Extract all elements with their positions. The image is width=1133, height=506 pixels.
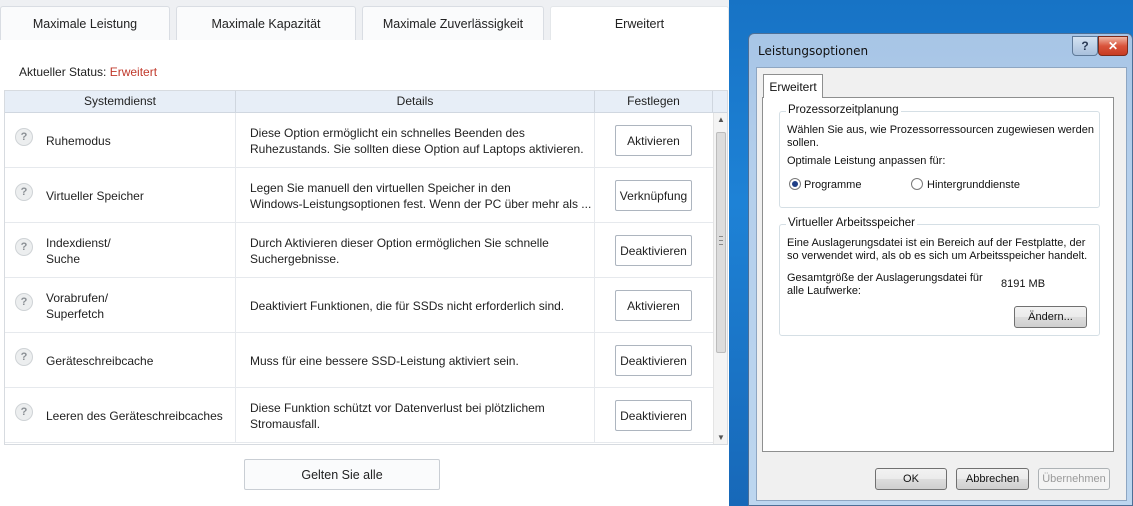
header-festlegen: Festlegen (595, 91, 713, 112)
status-label: Aktueller Status: (19, 65, 107, 79)
table-header: Systemdienst Details Festlegen (5, 91, 727, 113)
service-details: Durch Aktivieren dieser Option ermöglich… (250, 236, 549, 266)
scroll-up-icon[interactable]: ▲ (714, 113, 727, 127)
adjust-label: Optimale Leistung anpassen für: (787, 155, 946, 167)
tab-maximale-kapazitaet[interactable]: Maximale Kapazität (176, 6, 356, 40)
service-details: Deaktiviert Funktionen, die für SSDs nic… (250, 299, 565, 313)
paging-file-total-value: 8191 MB (1001, 278, 1046, 290)
tab-erweitert[interactable]: Erweitert (550, 6, 729, 40)
table-row: ? Ruhemodus Diese Option ermöglicht ein … (5, 113, 713, 168)
apply-all-button[interactable]: Gelten Sie alle (244, 459, 440, 490)
help-icon[interactable]: ? (15, 403, 33, 421)
background-services-label[interactable]: Hintergrunddienste (927, 179, 1020, 192)
paging-file-total-label: Gesamtgröße der Auslagerungsdatei für all… (787, 272, 983, 297)
tab-erweitert-dialog[interactable]: Erweitert (763, 74, 823, 98)
table-row: ? Geräteschreibcache Muss für eine besse… (5, 333, 713, 388)
virtual-memory-description: Eine Auslagerungsdatei ist ein Bereich a… (787, 237, 1088, 262)
help-icon[interactable]: ? (15, 128, 33, 146)
table-row: ? Vorabrufen/Superfetch Deaktiviert Funk… (5, 278, 713, 333)
service-name: Virtueller Speicher (46, 189, 144, 203)
ssd-tool-panel: Maximale Leistung Maximale Kapazität Max… (0, 0, 729, 506)
verknuepfung-button[interactable]: Verknüpfung (615, 180, 692, 211)
help-icon[interactable]: ? (15, 183, 33, 201)
apply-button: Übernehmen (1038, 468, 1110, 490)
deaktivieren-button[interactable]: Deaktivieren (615, 235, 692, 266)
processor-scheduling-description: Wählen Sie aus, wie Prozessorressourcen … (787, 124, 1094, 149)
performance-options-dialog: Leistungsoptionen ? ✕ Erweitert Prozesso… (748, 33, 1133, 506)
scrollbar-thumb[interactable] (716, 132, 726, 353)
tab-bar: Maximale Leistung Maximale Kapazität Max… (0, 0, 729, 40)
dialog-client-area: Erweitert Prozessorzeitplanung Wählen Si… (756, 67, 1127, 501)
processor-scheduling-group: Prozessorzeitplanung Wählen Sie aus, wie… (779, 104, 1100, 208)
dialog-title: Leistungsoptionen (758, 44, 869, 58)
help-button[interactable]: ? (1072, 36, 1098, 56)
aktivieren-button[interactable]: Aktivieren (615, 290, 692, 321)
programs-radio[interactable] (789, 178, 801, 190)
close-button[interactable]: ✕ (1098, 36, 1128, 56)
change-button[interactable]: Ändern... (1014, 306, 1087, 328)
service-details: Diese Option ermöglicht ein schnelles Be… (250, 126, 584, 156)
virtual-memory-group: Virtueller Arbeitsspeicher Eine Auslager… (779, 217, 1100, 336)
help-icon[interactable]: ? (15, 238, 33, 256)
tab-maximale-zuverlaessigkeit[interactable]: Maximale Zuverlässigkeit (362, 6, 544, 40)
service-name: Vorabrufen/Superfetch (46, 291, 109, 321)
ok-button[interactable]: OK (875, 468, 947, 490)
scroll-down-icon[interactable]: ▼ (714, 431, 727, 444)
deaktivieren-button[interactable]: Deaktivieren (615, 345, 692, 376)
processor-scheduling-legend: Prozessorzeitplanung (786, 104, 901, 116)
service-name: Leeren des Geräteschreibcaches (46, 409, 223, 423)
programs-label[interactable]: Programme (804, 179, 861, 192)
current-status: Aktueller Status: Erweitert (19, 65, 157, 79)
tab-maximale-leistung[interactable]: Maximale Leistung (0, 6, 170, 40)
service-name: Ruhemodus (46, 134, 111, 148)
virtual-memory-legend: Virtueller Arbeitsspeicher (786, 217, 917, 229)
service-details: Muss für eine bessere SSD-Leistung aktiv… (250, 354, 519, 368)
services-table: Systemdienst Details Festlegen ? Ruhemod… (4, 90, 728, 445)
table-row: ? Leeren des Geräteschreibcaches Diese F… (5, 388, 713, 443)
table-row: ? Virtueller Speicher Legen Sie manuell … (5, 168, 713, 223)
deaktivieren-button[interactable]: Deaktivieren (615, 400, 692, 431)
help-icon[interactable]: ? (15, 293, 33, 311)
status-value: Erweitert (109, 65, 158, 79)
table-row: ? Indexdienst/Suche Durch Aktivieren die… (5, 223, 713, 278)
service-details: Diese Funktion schützt vor Datenverlust … (250, 401, 545, 431)
cancel-button[interactable]: Abbrechen (956, 468, 1029, 490)
table-scrollbar[interactable]: ▲ ▼ (713, 113, 727, 444)
background-services-radio[interactable] (911, 178, 923, 190)
help-icon[interactable]: ? (15, 348, 33, 366)
header-details: Details (236, 91, 595, 112)
grip-icon (719, 236, 723, 245)
aktivieren-button[interactable]: Aktivieren (615, 125, 692, 156)
service-details: Legen Sie manuell den virtuellen Speiche… (250, 181, 592, 211)
tab-page: Prozessorzeitplanung Wählen Sie aus, wie… (762, 97, 1114, 452)
service-name: Indexdienst/Suche (46, 236, 111, 266)
header-systemdienst: Systemdienst (5, 91, 236, 112)
service-name: Geräteschreibcache (46, 354, 154, 368)
